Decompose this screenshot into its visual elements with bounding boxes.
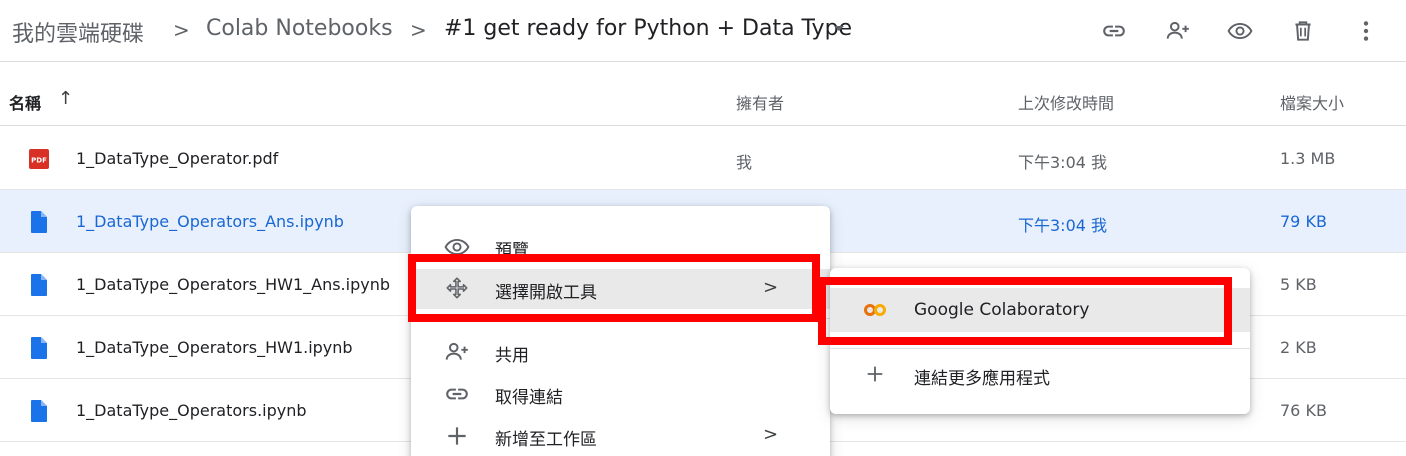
file-size: 5 KB: [1280, 275, 1317, 294]
file-name[interactable]: 1_DataType_Operators.ipynb: [76, 401, 307, 420]
menu-item-share[interactable]: 共用: [411, 332, 830, 372]
menu-item-label: 共用: [495, 346, 529, 366]
open-with-submenu: Google Colaboratory 連結更多應用程式: [830, 268, 1250, 414]
eye-icon: [443, 233, 471, 261]
breadcrumb-colab-notebooks[interactable]: Colab Notebooks: [206, 16, 393, 41]
menu-divider: [411, 318, 830, 319]
file-name[interactable]: 1_DataType_Operators_HW1_Ans.ipynb: [76, 275, 390, 294]
pdf-icon: PDF: [28, 147, 50, 171]
trash-icon[interactable]: [1286, 14, 1320, 48]
sort-arrow-icon[interactable]: ↑: [58, 88, 73, 109]
column-modified[interactable]: 上次修改時間: [1018, 90, 1114, 114]
file-list-header: 名稱 ↑ 擁有者 上次修改時間 檔案大小: [0, 62, 1406, 126]
submenu-divider: [830, 348, 1250, 349]
submenu-item-google-colaboratory[interactable]: Google Colaboratory: [830, 288, 1250, 332]
menu-item-add-to-workspace[interactable]: 新增至工作區 >: [411, 416, 830, 456]
file-size: 79 KB: [1280, 212, 1327, 231]
menu-item-label: 預覽: [495, 241, 529, 261]
add-person-icon[interactable]: [1161, 14, 1195, 48]
file-name[interactable]: 1_DataType_Operators_Ans.ipynb: [76, 212, 344, 231]
breadcrumb-separator: >: [410, 18, 427, 42]
menu-item-open-with[interactable]: 選擇開啟工具 >: [411, 269, 830, 309]
file-icon: [28, 273, 50, 297]
submenu-item-label: Google Colaboratory: [914, 300, 1090, 320]
file-modified: 下午3:04 我: [1018, 153, 1108, 172]
menu-item-label: 新增至工作區: [495, 430, 597, 450]
chevron-right-icon: >: [763, 277, 779, 298]
breadcrumb-current-folder[interactable]: #1 get ready for Python + Data Type: [444, 16, 852, 41]
file-modified: 下午3:04 我: [1018, 216, 1108, 235]
menu-item-label: 取得連結: [495, 388, 563, 408]
file-icon: [28, 210, 50, 234]
column-owner[interactable]: 擁有者: [736, 90, 784, 114]
folder-dropdown-icon[interactable]: [832, 20, 846, 39]
more-vert-icon[interactable]: [1349, 14, 1383, 48]
submenu-item-label: 連結更多應用程式: [914, 369, 1050, 389]
submenu-item-connect-more-apps[interactable]: 連結更多應用程式: [830, 352, 1250, 396]
file-icon: [28, 336, 50, 360]
eye-icon[interactable]: [1223, 14, 1257, 48]
colab-icon: [862, 298, 888, 322]
top-bar: 我的雲端硬碟 > Colab Notebooks > #1 get ready …: [0, 0, 1406, 62]
link-icon: [443, 380, 471, 408]
file-name[interactable]: 1_DataType_Operators_HW1.ipynb: [76, 338, 353, 357]
svg-text:PDF: PDF: [31, 157, 47, 165]
menu-item-preview[interactable]: 預覽: [411, 227, 830, 267]
breadcrumb-my-drive[interactable]: 我的雲端硬碟: [12, 16, 144, 48]
file-owner: 我: [736, 153, 753, 172]
file-row[interactable]: PDF 1_DataType_Operator.pdf 我 下午3:04 我 1…: [0, 127, 1406, 190]
move-arrows-icon: [443, 275, 471, 303]
file-name[interactable]: 1_DataType_Operator.pdf: [76, 149, 278, 168]
breadcrumb-separator: >: [173, 18, 190, 42]
file-size: 76 KB: [1280, 401, 1327, 420]
column-name[interactable]: 名稱: [9, 90, 41, 114]
menu-item-label: 選擇開啟工具: [495, 283, 597, 303]
menu-item-get-link[interactable]: 取得連結: [411, 374, 830, 414]
link-icon[interactable]: [1097, 14, 1131, 48]
add-person-icon: [443, 338, 471, 366]
file-icon: [28, 399, 50, 423]
file-size: 2 KB: [1280, 338, 1317, 357]
context-menu: 預覽 選擇開啟工具 > 共用 取得連結 新增至工作區 >: [411, 206, 830, 456]
chevron-right-icon: >: [763, 424, 779, 445]
plus-icon: [862, 362, 888, 386]
plus-icon: [443, 422, 471, 450]
file-size: 1.3 MB: [1280, 149, 1336, 168]
column-size[interactable]: 檔案大小: [1280, 90, 1344, 114]
